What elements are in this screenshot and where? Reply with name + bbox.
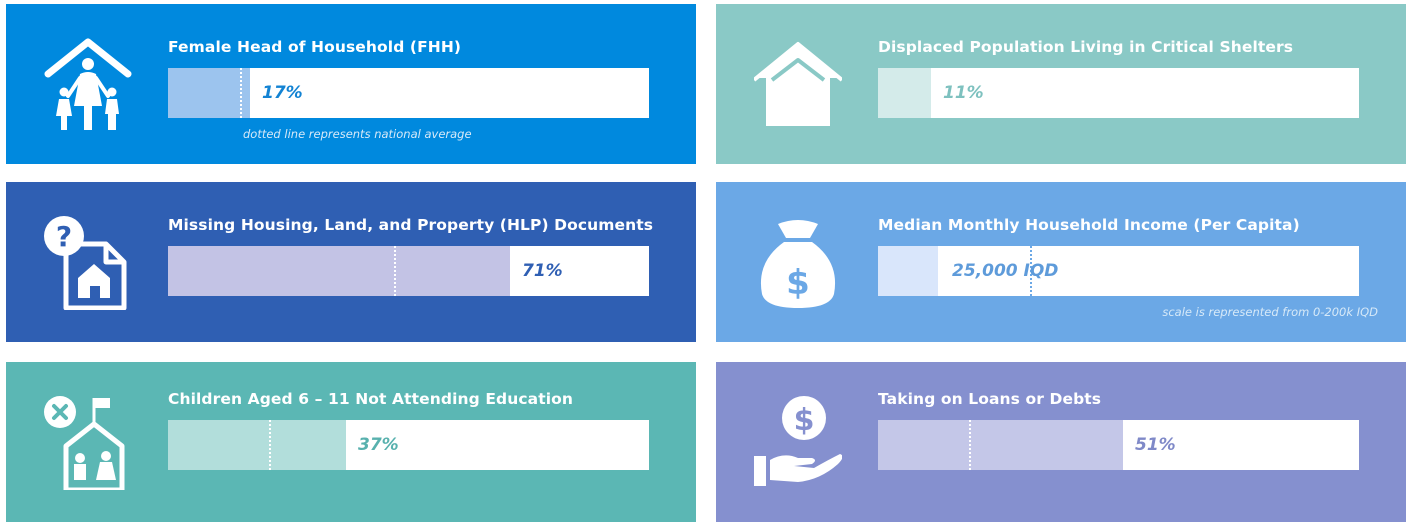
card-title: Missing Housing, Land, and Property (HLP… xyxy=(168,216,654,234)
bar-track: 71% xyxy=(168,246,649,296)
bar-track: 37% xyxy=(168,420,649,470)
card-title: Female Head of Household (FHH) xyxy=(168,38,462,56)
value-label: 17% xyxy=(262,83,303,103)
hlp-card: ? Missing Housing, Land, and Property (H… xyxy=(6,182,696,342)
card-title: Displaced Population Living in Critical … xyxy=(878,38,1294,56)
national-average-line xyxy=(240,68,242,118)
bar-track: 51% xyxy=(878,420,1359,470)
value-bar xyxy=(878,68,931,118)
education-card: Children Aged 6 – 11 Not Attending Educa… xyxy=(6,362,696,522)
house-icon xyxy=(754,36,842,132)
value-bar xyxy=(168,420,346,470)
value-bar xyxy=(168,68,250,118)
value-label: 25,000 IQD xyxy=(952,261,1059,281)
card-title: Median Monthly Household Income (Per Cap… xyxy=(878,216,1300,234)
svg-text:$: $ xyxy=(794,403,815,438)
missing-document-icon: ? xyxy=(44,214,132,310)
family-house-icon xyxy=(44,36,132,132)
bar-track: 25,000 IQD xyxy=(878,246,1359,296)
national-average-line xyxy=(969,420,971,470)
value-label: 51% xyxy=(1135,435,1176,455)
national-average-line xyxy=(931,68,933,118)
value-bar xyxy=(878,420,1123,470)
school-no-attendance-icon xyxy=(44,394,132,490)
income-card: $ Median Monthly Household Income (Per C… xyxy=(716,182,1406,342)
value-label: 71% xyxy=(522,261,563,281)
svg-text:?: ? xyxy=(56,220,72,253)
footnote: scale is represented from 0-200k IQD xyxy=(1162,305,1378,319)
footnote: dotted line represents national average xyxy=(243,127,472,141)
value-bar xyxy=(878,246,938,296)
bar-track: 11% xyxy=(878,68,1359,118)
loans-card: $ Taking on Loans or Debts 51% xyxy=(716,362,1406,522)
national-average-line xyxy=(394,246,396,296)
hand-coin-icon: $ xyxy=(754,394,842,490)
value-label: 11% xyxy=(943,83,984,103)
national-average-line xyxy=(269,420,271,470)
money-bag-icon: $ xyxy=(754,214,842,310)
value-label: 37% xyxy=(358,435,399,455)
shelter-card: Displaced Population Living in Critical … xyxy=(716,4,1406,164)
card-title: Children Aged 6 – 11 Not Attending Educa… xyxy=(168,390,574,408)
fhh-card: Female Head of Household (FHH) 17% dotte… xyxy=(6,4,696,164)
card-title: Taking on Loans or Debts xyxy=(878,390,1102,408)
bar-track: 17% xyxy=(168,68,649,118)
value-bar xyxy=(168,246,510,296)
svg-text:$: $ xyxy=(786,263,810,303)
